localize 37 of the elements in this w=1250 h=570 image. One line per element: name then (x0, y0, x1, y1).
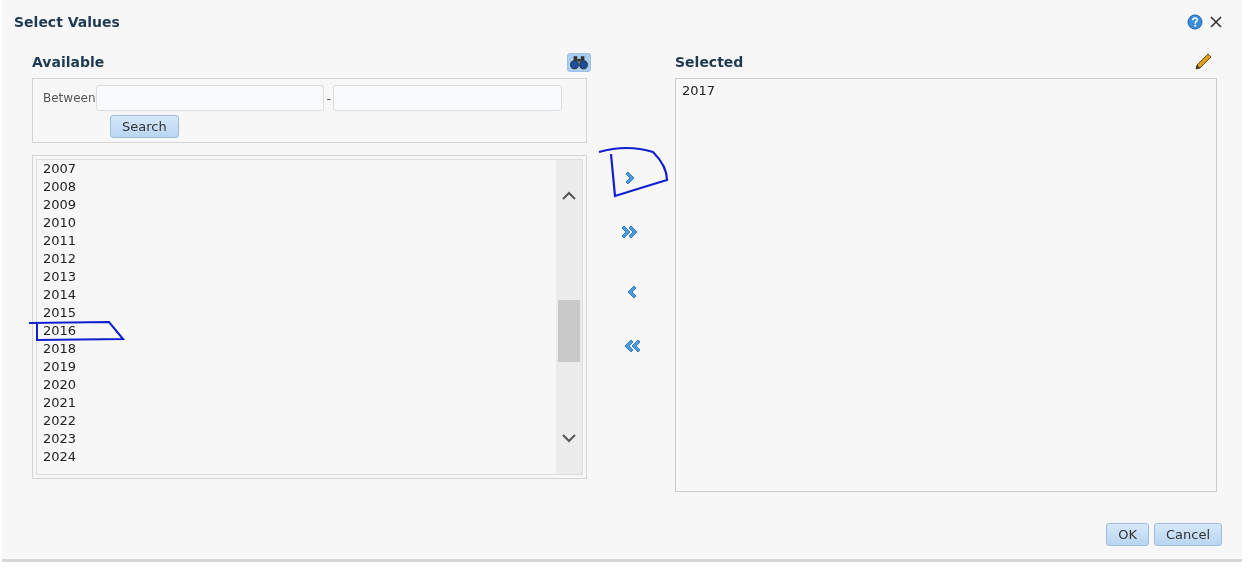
list-item[interactable]: 2021 (43, 394, 556, 412)
scrollbar[interactable] (556, 159, 583, 475)
list-item[interactable]: 2024 (43, 448, 556, 466)
range-start-field[interactable] (95, 85, 325, 111)
list-item[interactable]: 2022 (43, 412, 556, 430)
list-item[interactable]: 2018 (43, 340, 556, 358)
list-item[interactable]: 2016 (43, 322, 556, 340)
dialog-button[interactable]: OK (1106, 523, 1149, 546)
available-heading: Available (32, 54, 105, 70)
list-item[interactable]: 2014 (43, 286, 556, 304)
scroll-down-icon[interactable] (561, 434, 577, 444)
binoculars-button[interactable] (567, 52, 591, 72)
list-item[interactable]: 2009 (43, 196, 556, 214)
close-icon[interactable] (1210, 16, 1222, 28)
list-item[interactable]: 2015 (43, 304, 556, 322)
range-separator: - (326, 90, 332, 106)
list-item[interactable]: 2008 (43, 178, 556, 196)
help-icon[interactable] (1187, 14, 1203, 30)
search-button[interactable]: Search (110, 115, 179, 138)
list-item[interactable]: 2020 (43, 376, 556, 394)
between-label: Between (43, 91, 96, 105)
range-end-field[interactable] (333, 85, 562, 111)
scrollbar-thumb[interactable] (558, 300, 580, 362)
list-item[interactable]: 2011 (43, 232, 556, 250)
list-item[interactable]: 2013 (43, 268, 556, 286)
list-item[interactable]: 2012 (43, 250, 556, 268)
dialog-title: Select Values (14, 14, 120, 30)
list-item[interactable]: 2010 (43, 214, 556, 232)
scroll-up-icon[interactable] (561, 190, 577, 200)
selected-heading: Selected (675, 54, 744, 70)
dialog-button[interactable]: Cancel (1153, 523, 1222, 546)
list-item[interactable]: 2007 (43, 160, 556, 178)
list-item[interactable]: 2019 (43, 358, 556, 376)
pencil-icon[interactable] (1193, 52, 1213, 72)
list-item[interactable]: 2017 (682, 83, 1210, 98)
selected-list[interactable]: 2017 (675, 78, 1217, 492)
list-item[interactable]: 2023 (43, 430, 556, 448)
